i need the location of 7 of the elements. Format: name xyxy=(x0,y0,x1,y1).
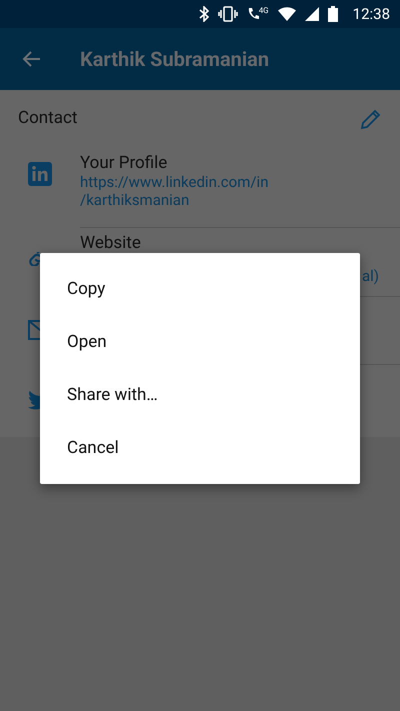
row-title: Website xyxy=(80,233,142,253)
section-heading: Contact xyxy=(18,107,78,130)
row-value: al) xyxy=(362,267,379,285)
network-type: 4G xyxy=(258,7,269,15)
clock: 12:38 xyxy=(352,4,390,25)
window-title: Karthik Subramanian xyxy=(80,46,270,73)
row-title: Your Profile xyxy=(80,153,168,173)
